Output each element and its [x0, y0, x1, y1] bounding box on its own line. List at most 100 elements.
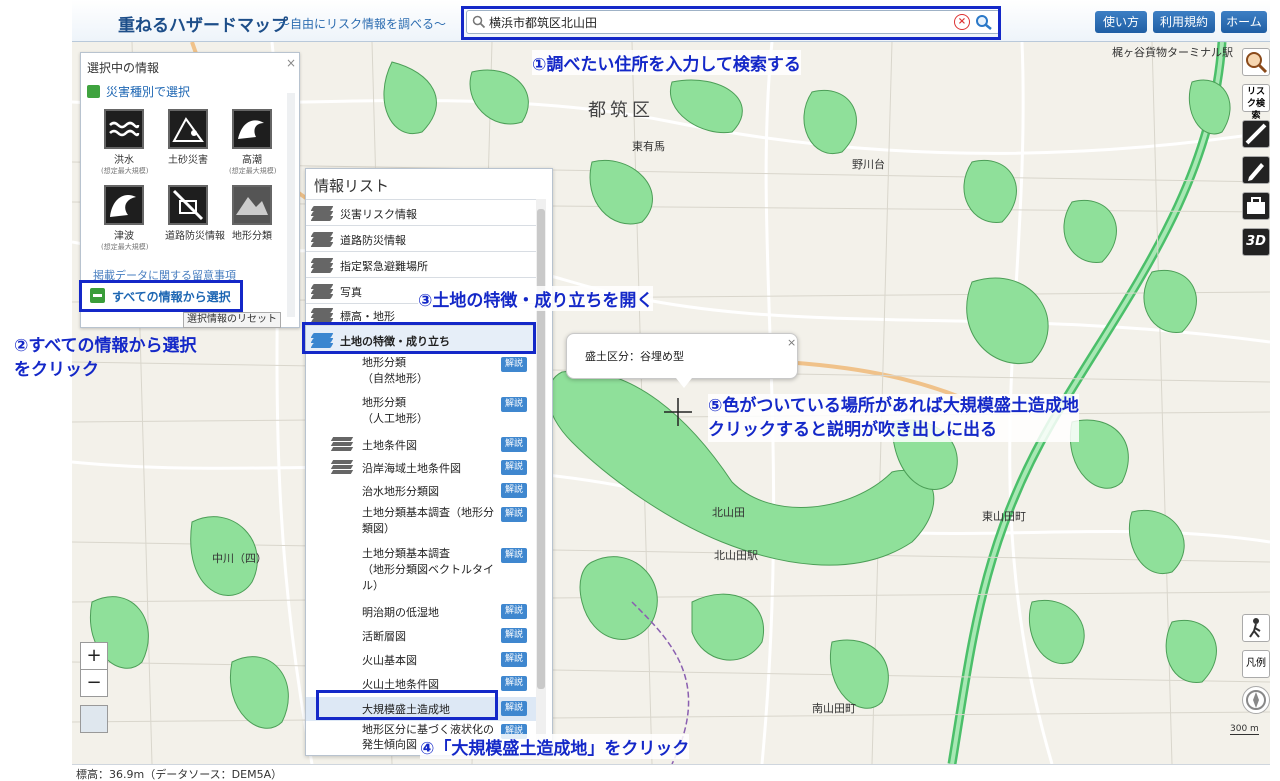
- place-label-nakagawa: 中川（四）: [212, 552, 267, 565]
- info-list-panel: 情報リスト 災害リスク情報 道路防災情報 指定緊急避難場所 写真 標高・地形 土…: [305, 168, 553, 756]
- sub-item-label: 治水地形分類図: [362, 485, 439, 498]
- reset-selection-button[interactable]: 選択情報のリセット: [183, 312, 281, 328]
- ruler-icon[interactable]: [1242, 120, 1270, 148]
- zoom-out-button[interactable]: −: [80, 669, 108, 697]
- popup-text: 盛土区分：谷埋め型: [585, 350, 684, 363]
- station-label: 北山田駅: [714, 549, 758, 562]
- kaisetsu-button[interactable]: 解説: [501, 460, 527, 475]
- kaisetsu-button[interactable]: 解説: [501, 357, 527, 372]
- landslide-icon: [168, 109, 208, 149]
- hazard-label: 土砂災害: [168, 155, 208, 166]
- sub-item-land-classification-vector[interactable]: 土地分類基本調査 （地形分類図ベクトルタイ ル） 解説: [306, 546, 536, 602]
- walker-icon[interactable]: [1242, 614, 1270, 642]
- sub-item-label: 土地分類基本調査（地形分 類図）: [362, 506, 494, 535]
- sub-item-natural-landform[interactable]: 地形分類 （自然地形） 解説: [306, 355, 536, 395]
- annotation-step3: ③土地の特徴・成り立ちを開く: [418, 286, 654, 311]
- zoom-in-button[interactable]: +: [80, 642, 108, 670]
- app-title[interactable]: 重ねるハザードマップ: [118, 11, 288, 36]
- hazard-label: 道路防災情報: [165, 231, 225, 242]
- sub-item-label: 活断層図: [362, 630, 406, 643]
- sub-item-land-classification[interactable]: 土地分類基本調査（地形分 類図） 解説: [306, 505, 536, 545]
- compass-icon[interactable]: [1242, 686, 1270, 714]
- hazard-label: 洪水: [114, 155, 134, 166]
- scale-bar: 300 m: [1230, 724, 1259, 735]
- popup-close-icon[interactable]: ×: [787, 336, 796, 349]
- sub-item-meiji-wetland[interactable]: 明治期の低湿地 解説: [306, 602, 536, 624]
- sub-item-flood-control[interactable]: 治水地形分類図 解説: [306, 481, 536, 503]
- place-label-nogawa: 野川台: [852, 158, 885, 171]
- selected-info-title: 選択中の情報: [87, 61, 160, 75]
- kaisetsu-button[interactable]: 解説: [501, 676, 527, 691]
- kaisetsu-button[interactable]: 解説: [501, 652, 527, 667]
- terms-button[interactable]: 利用規約: [1153, 11, 1215, 33]
- highlight-select-all: [79, 280, 243, 312]
- layers-icon: [330, 460, 354, 474]
- search-risk-icon[interactable]: [1242, 48, 1270, 76]
- hazard-flood[interactable]: 洪水 (想定最大規模): [101, 109, 148, 176]
- layers-icon: [310, 308, 334, 323]
- sub-item-label: 地形分類 （自然地形）: [362, 356, 428, 385]
- kaisetsu-button[interactable]: 解説: [501, 628, 527, 643]
- landfill-popup: 盛土区分：谷埋め型 ×: [566, 333, 798, 379]
- layers-icon: [310, 206, 334, 221]
- kaisetsu-button[interactable]: 解説: [501, 604, 527, 619]
- category-disaster-risk[interactable]: 災害リスク情報: [306, 199, 536, 225]
- info-list-scroll-thumb[interactable]: [537, 209, 545, 689]
- sub-item-label: 沿岸海域土地条件図: [362, 462, 461, 475]
- hazard-note: (想定最大規模): [229, 167, 277, 175]
- hazard-storm-surge[interactable]: 高潮 (想定最大規模): [229, 109, 277, 176]
- app-subtitle: ～自由にリスク情報を調べる～: [278, 17, 447, 31]
- toolbox-icon[interactable]: [1242, 192, 1270, 220]
- annotation-step2: ②すべての情報から選択 をクリック: [14, 336, 197, 380]
- sub-item-volcano-base[interactable]: 火山基本図 解説: [306, 650, 536, 672]
- annotation-step4: ④「大規模盛土造成地」をクリック: [420, 734, 690, 759]
- switch-label: 災害種別で選択: [106, 85, 191, 99]
- hazard-road[interactable]: 道路防災情報: [165, 185, 225, 242]
- pencil-icon[interactable]: [1242, 156, 1270, 184]
- hazard-note: (想定最大規模): [101, 243, 149, 251]
- kaisetsu-button[interactable]: 解説: [501, 483, 527, 498]
- kaisetsu-button[interactable]: 解説: [501, 548, 527, 563]
- home-button[interactable]: ホーム: [1221, 11, 1267, 33]
- popup-tail: [676, 378, 692, 388]
- annotation-step1: ①調べたい住所を入力して検索する: [532, 50, 801, 75]
- sub-item-coastal-land-condition[interactable]: 沿岸海域土地条件図 解説: [306, 458, 536, 480]
- sub-item-label: 地形分類 （人工地形）: [362, 396, 428, 425]
- terrain-icon: [232, 185, 272, 225]
- flood-icon: [104, 109, 144, 149]
- kaisetsu-button[interactable]: 解説: [501, 507, 527, 522]
- kaisetsu-button[interactable]: 解説: [501, 701, 527, 716]
- howto-button[interactable]: 使い方: [1095, 11, 1147, 33]
- place-label-minamiyamada: 南山田町: [812, 702, 856, 715]
- left-panel-scrollbar[interactable]: [287, 93, 295, 317]
- disaster-type-select-link[interactable]: 災害種別で選択: [87, 83, 190, 100]
- station-label-top: 梶ヶ谷貨物ターミナル駅: [1112, 46, 1233, 59]
- sub-item-label: 明治期の低湿地: [362, 606, 439, 619]
- sub-item-artificial-landform[interactable]: 地形分類 （人工地形） 解説: [306, 395, 536, 435]
- base-map-thumbnail[interactable]: [80, 705, 108, 733]
- category-evacuation[interactable]: 指定緊急避難場所: [306, 251, 536, 277]
- hazard-terrain[interactable]: 地形分類: [229, 185, 275, 242]
- highlight-land-features: [302, 322, 536, 354]
- status-bar: 標高：36.9m（データソース：DEM5A）: [72, 764, 1270, 781]
- elevation-readout: 標高：36.9m（データソース：DEM5A）: [76, 768, 283, 781]
- annotation-step5: ⑤色がついている場所があれば大規模盛土造成地 クリックすると説明が吹き出しに出る: [708, 394, 1079, 442]
- layers-icon: [330, 437, 354, 451]
- hazard-label: 地形分類: [232, 231, 272, 242]
- close-icon[interactable]: ×: [286, 56, 296, 70]
- sub-item-land-condition[interactable]: 土地条件図 解説: [306, 435, 536, 457]
- legend-button[interactable]: 凡例: [1242, 650, 1270, 678]
- layers-icon: [310, 284, 334, 299]
- switch-icon: [87, 85, 100, 98]
- kaisetsu-button[interactable]: 解説: [501, 437, 527, 452]
- risk-search-button[interactable]: リスク検索: [1242, 84, 1270, 121]
- category-label: 道路防災情報: [340, 234, 406, 247]
- kaisetsu-button[interactable]: 解説: [501, 397, 527, 412]
- sub-item-active-fault[interactable]: 活断層図 解説: [306, 626, 536, 648]
- hazard-label: 高潮: [242, 155, 262, 166]
- 3d-icon[interactable]: 3D: [1242, 228, 1270, 256]
- hazard-landslide[interactable]: 土砂災害: [165, 109, 211, 166]
- category-label: 災害リスク情報: [340, 208, 417, 221]
- hazard-tsunami[interactable]: 津波 (想定最大規模): [101, 185, 149, 252]
- category-road[interactable]: 道路防災情報: [306, 225, 536, 251]
